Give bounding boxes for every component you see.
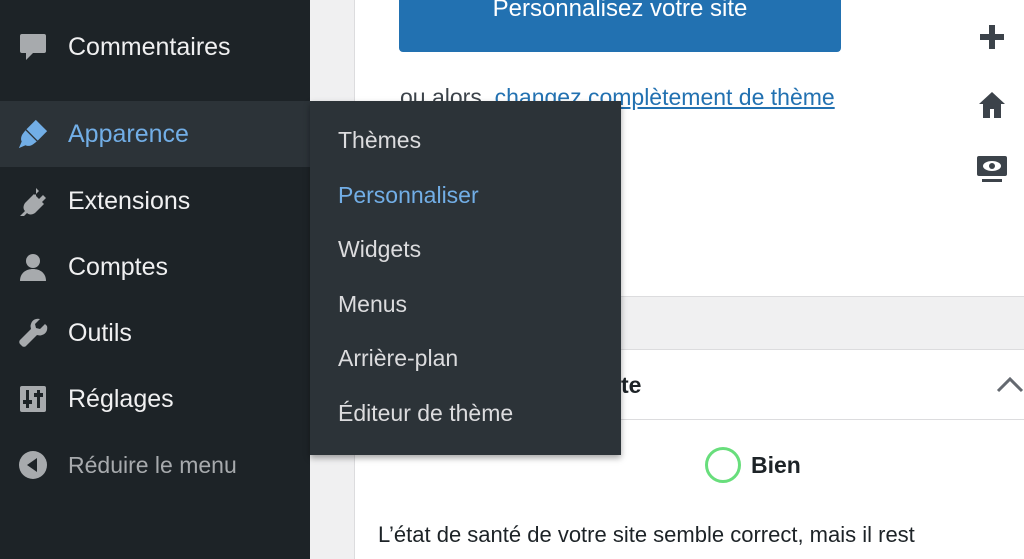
- chevron-up-icon[interactable]: [995, 374, 1024, 396]
- sidebar-item-appearance[interactable]: Apparence: [0, 101, 310, 167]
- plugin-icon: [17, 185, 49, 217]
- collapse-arrow-icon: [17, 449, 49, 481]
- health-status-label: Bien: [751, 451, 801, 478]
- home-icon[interactable]: [975, 88, 1009, 122]
- health-description: L’état de santé de votre site semble cor…: [378, 522, 915, 547]
- submenu-item-customize[interactable]: Personnaliser: [338, 182, 479, 209]
- sidebar-item-label: Réglages: [68, 384, 174, 413]
- sidebar-item-comments[interactable]: Commentaires: [0, 14, 310, 80]
- appearance-submenu: Thèmes Personnaliser Widgets Menus Arriè…: [310, 101, 621, 455]
- paintbrush-icon: [17, 118, 49, 150]
- sidebar-item-label: Extensions: [68, 186, 191, 215]
- collapse-menu-label: Réduire le menu: [68, 451, 237, 478]
- settings-sliders-icon: [17, 383, 49, 415]
- submenu-item-background[interactable]: Arrière-plan: [338, 345, 458, 372]
- submenu-pointer: [294, 120, 310, 150]
- collapse-menu-button[interactable]: Réduire le menu: [0, 432, 310, 498]
- customize-site-button[interactable]: Personnalisez votre site: [399, 0, 841, 52]
- sidebar-item-label: Apparence: [68, 119, 189, 148]
- status-ring-icon: [705, 447, 741, 483]
- sidebar-item-label: Outils: [68, 318, 132, 347]
- wrench-icon: [17, 317, 49, 349]
- submenu-item-menus[interactable]: Menus: [338, 291, 407, 318]
- sidebar-item-label: Commentaires: [68, 32, 231, 61]
- sidebar-item-tools[interactable]: Outils: [0, 300, 310, 366]
- sidebar-item-accounts[interactable]: Comptes: [0, 234, 310, 300]
- sidebar-item-label: Comptes: [68, 252, 169, 281]
- site-health-title: te: [621, 372, 642, 398]
- view-site-icon[interactable]: [975, 152, 1009, 186]
- plus-icon[interactable]: [975, 20, 1009, 54]
- comment-icon: [17, 31, 49, 63]
- health-status: Bien: [705, 447, 801, 483]
- sidebar-item-settings[interactable]: Réglages: [0, 366, 310, 432]
- submenu-item-widgets[interactable]: Widgets: [338, 236, 421, 263]
- submenu-item-theme-editor[interactable]: Éditeur de thème: [338, 400, 513, 427]
- submenu-item-themes[interactable]: Thèmes: [338, 127, 421, 154]
- admin-sidebar: Commentaires Apparence Extensions Compte…: [0, 0, 310, 559]
- sidebar-item-extensions[interactable]: Extensions: [0, 168, 310, 234]
- user-icon: [17, 251, 49, 283]
